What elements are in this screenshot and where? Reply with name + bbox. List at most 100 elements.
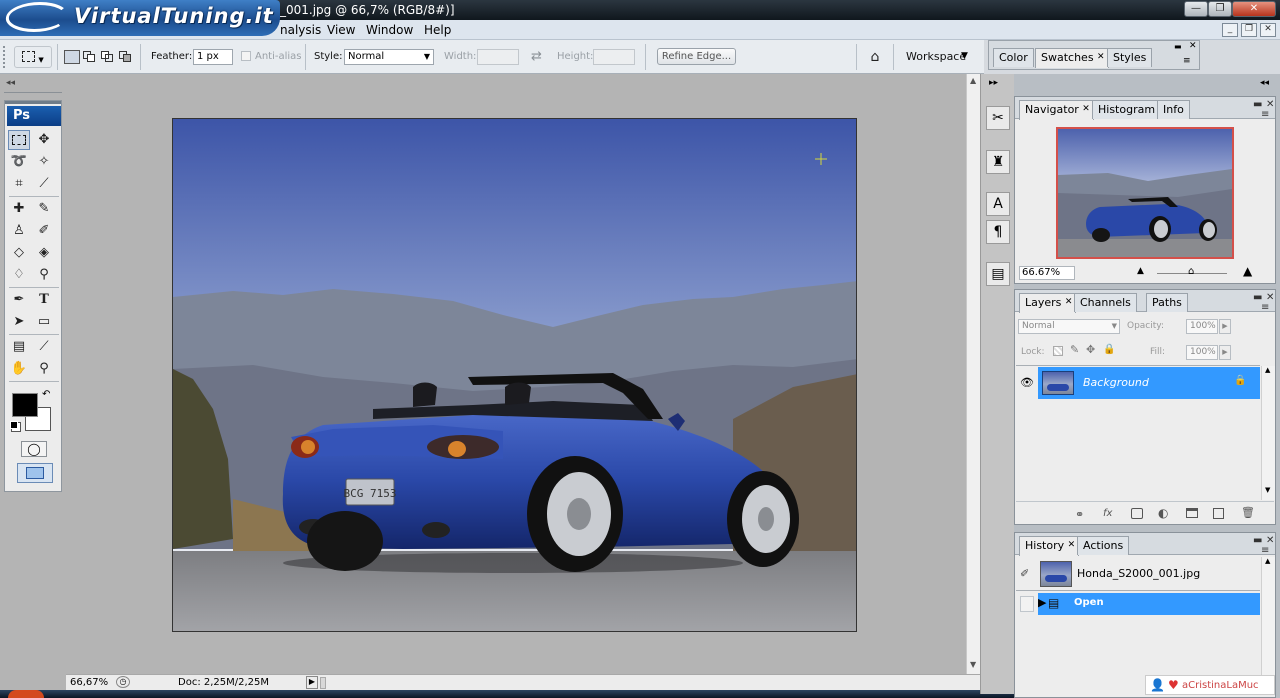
width-input[interactable] <box>477 49 519 65</box>
zoom-tool-icon[interactable]: ⚲ <box>33 359 55 379</box>
canvas-area[interactable]: BCG 7153 <box>66 74 966 674</box>
subtract-from-selection-icon[interactable] <box>100 50 116 64</box>
layer-mask-icon[interactable] <box>1131 508 1143 519</box>
tab-layers[interactable]: Layers ✕ <box>1019 293 1077 313</box>
zoom-readout[interactable]: 66,67% <box>70 677 108 688</box>
notes-tool-icon[interactable]: ▤ <box>8 337 30 357</box>
hand-tool-icon[interactable]: ✋ <box>8 359 30 379</box>
start-button[interactable] <box>8 690 44 698</box>
zoom-in-icon[interactable]: ▲ <box>1243 264 1252 278</box>
blend-mode-select[interactable]: Normal ▼ <box>1018 319 1120 334</box>
doc-minimize-button[interactable]: _ <box>1222 23 1238 37</box>
adjustment-layer-icon[interactable]: ◐ <box>1158 506 1168 520</box>
tab-paths[interactable]: Paths <box>1146 293 1188 312</box>
path-selection-tool-icon[interactable]: ➤ <box>8 312 30 332</box>
layer-comps-icon[interactable]: ▤ <box>986 262 1010 286</box>
rectangle-tool-icon[interactable]: ▭ <box>33 312 55 332</box>
lasso-tool-icon[interactable]: ➰ <box>8 152 30 172</box>
menu-help[interactable]: Help <box>424 23 451 37</box>
scroll-down-icon[interactable]: ▼ <box>970 660 976 669</box>
history-snapshot-row[interactable]: ✐ Honda_S2000_001.jpg <box>1016 559 1260 589</box>
lock-all-icon[interactable]: 🔒 <box>1103 344 1115 355</box>
photoshop-logo[interactable]: Ps <box>7 106 61 126</box>
clone-stamp-tool-icon[interactable]: ♙ <box>8 221 30 241</box>
refine-edge-button[interactable]: Refine Edge... <box>657 48 736 65</box>
lock-position-icon[interactable]: ✥ <box>1086 343 1095 356</box>
options-grip[interactable] <box>3 46 9 68</box>
marquee-tool-icon[interactable] <box>8 130 30 150</box>
new-selection-icon[interactable] <box>64 50 80 64</box>
antialias-checkbox[interactable] <box>241 51 251 61</box>
close-icon[interactable]: ✕ <box>1097 49 1105 66</box>
layer-row-background[interactable]: 👁 Background 🔒 <box>1016 367 1260 399</box>
menu-view[interactable]: View <box>327 23 355 37</box>
scroll-up-icon[interactable]: ▲ <box>970 76 976 85</box>
history-source-box[interactable] <box>1020 596 1034 612</box>
history-step-row[interactable]: ▶ ▤ Open <box>1016 593 1260 615</box>
close-icon[interactable]: ✕ <box>1068 537 1076 554</box>
new-group-icon[interactable] <box>1186 508 1198 518</box>
screen-mode-icon[interactable] <box>17 463 53 483</box>
scroll-up-icon[interactable]: ▲ <box>1265 366 1270 374</box>
lock-pixels-icon[interactable]: ✎ <box>1070 343 1079 356</box>
tool-preset-picker[interactable]: ▼ <box>14 46 52 68</box>
doc-close-button[interactable]: ✕ <box>1260 23 1276 37</box>
tab-swatches[interactable]: Swatches ✕ <box>1035 48 1109 68</box>
intersect-selection-icon[interactable] <box>118 50 134 64</box>
tab-info[interactable]: Info <box>1157 100 1190 119</box>
scroll-down-icon[interactable]: ▼ <box>1265 486 1270 494</box>
navigator-preview[interactable] <box>1056 127 1234 259</box>
collapse-arrows-icon[interactable]: ◂◂ <box>1260 78 1269 88</box>
history-scrollbar[interactable]: ▲ <box>1261 557 1275 677</box>
close-button[interactable]: ✕ <box>1232 1 1276 17</box>
paint-bucket-tool-icon[interactable]: ◈ <box>33 243 55 263</box>
dodge-tool-icon[interactable]: ⚲ <box>33 265 55 285</box>
eye-icon[interactable]: 👁 <box>1018 371 1036 395</box>
panel-menu-icon[interactable]: ≡ <box>1261 302 1269 313</box>
menu-window[interactable]: Window <box>366 23 413 37</box>
document-image[interactable]: BCG 7153 <box>172 118 857 632</box>
status-info-icon[interactable]: ◷ <box>116 676 130 688</box>
tab-channels[interactable]: Channels <box>1074 293 1137 312</box>
panel-menu-icon[interactable]: ≡ <box>1261 109 1269 120</box>
panel-menu-icon[interactable]: ≡ <box>1183 56 1191 66</box>
delete-layer-icon[interactable]: 🗑 <box>1241 506 1255 519</box>
lock-transparency-icon[interactable] <box>1053 346 1063 356</box>
close-icon[interactable]: ✕ <box>1082 101 1090 118</box>
paragraph-panel-icon[interactable]: ¶ <box>986 220 1010 244</box>
brush-tool-icon[interactable]: ✎ <box>33 199 55 219</box>
minimize-button[interactable]: — <box>1184 1 1208 17</box>
eyedropper-tool-icon[interactable]: ⟋ <box>33 337 55 357</box>
close-icon[interactable]: ✕ <box>1065 294 1073 311</box>
crop-tool-icon[interactable]: ⌗ <box>8 174 30 194</box>
scroll-up-icon[interactable]: ▲ <box>1265 557 1270 565</box>
history-state-slider-icon[interactable]: ▶ <box>1038 596 1046 609</box>
swap-colors-icon[interactable]: ↶ <box>42 389 50 400</box>
history-brush-tool-icon[interactable]: ✐ <box>33 221 55 241</box>
character-panel-icon[interactable]: A <box>986 192 1010 216</box>
brushes-panel-icon[interactable]: ♜ <box>986 150 1010 174</box>
default-colors-icon[interactable] <box>10 421 18 429</box>
tab-styles[interactable]: Styles <box>1107 48 1153 67</box>
opacity-arrow-icon[interactable]: ▶ <box>1219 319 1231 334</box>
tab-history[interactable]: History ✕ <box>1019 536 1080 556</box>
add-to-selection-icon[interactable] <box>82 50 98 64</box>
collapse-icon[interactable]: ▬ <box>1174 42 1182 51</box>
vertical-scrollbar[interactable]: ▲ ▼ <box>966 74 980 674</box>
tab-histogram[interactable]: Histogram <box>1092 100 1162 119</box>
quick-mask-icon[interactable]: ◯ <box>21 441 47 457</box>
fill-arrow-icon[interactable]: ▶ <box>1219 345 1231 360</box>
tab-color[interactable]: Color <box>993 48 1034 67</box>
eraser-tool-icon[interactable]: ◇ <box>8 243 30 263</box>
healing-brush-tool-icon[interactable]: ✚ <box>8 199 30 219</box>
tool-presets-icon[interactable]: ✂ <box>986 106 1010 130</box>
collapse-arrows-icon[interactable]: ◂◂ <box>6 78 15 88</box>
tab-navigator[interactable]: Navigator ✕ <box>1019 100 1094 120</box>
magic-wand-tool-icon[interactable]: ✧ <box>33 152 55 172</box>
blur-tool-icon[interactable]: ♢ <box>8 265 30 285</box>
navigator-zoom-input[interactable]: 66.67% <box>1019 266 1075 280</box>
tab-actions[interactable]: Actions <box>1077 536 1130 555</box>
fill-input[interactable]: 100% <box>1186 345 1218 360</box>
doc-restore-button[interactable]: ❐ <box>1241 23 1257 37</box>
feather-input[interactable]: 1 px <box>193 49 233 65</box>
